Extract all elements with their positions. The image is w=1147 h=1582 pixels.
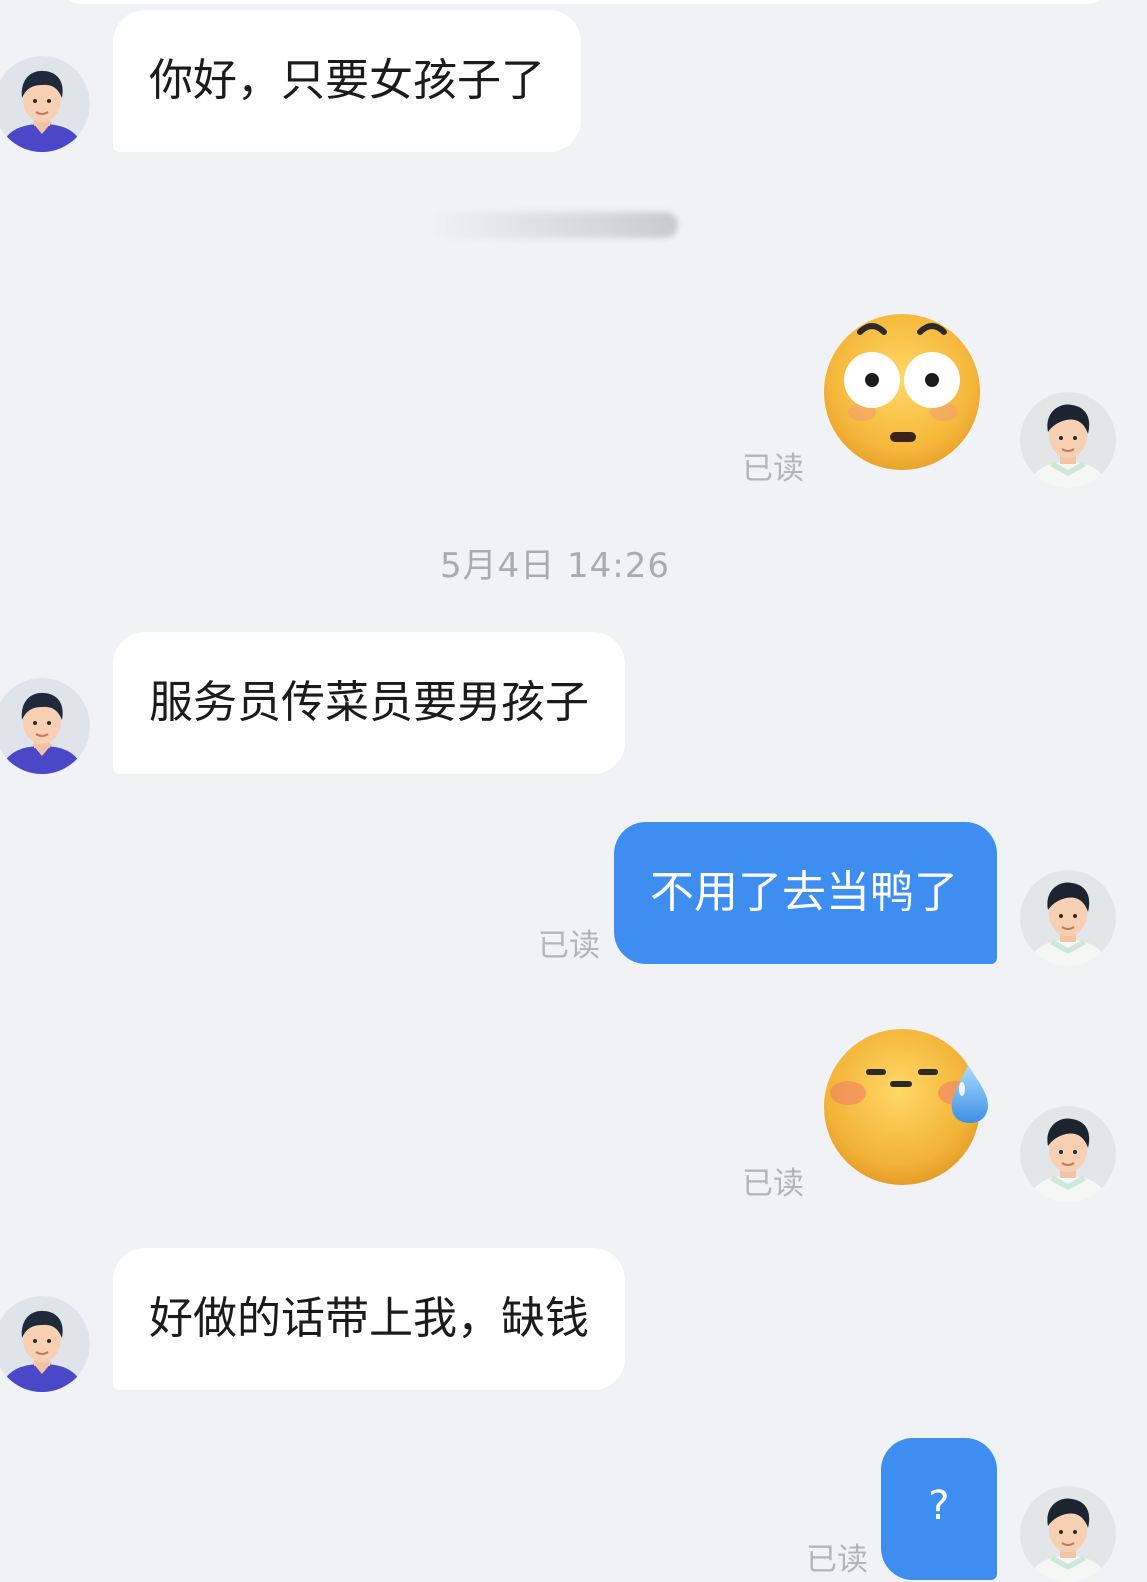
my-avatar[interactable] <box>1020 392 1116 488</box>
message-timestamp: 5月4日 14:26 <box>439 546 671 586</box>
my-avatar[interactable] <box>1020 870 1116 966</box>
read-status: 已读 <box>742 1166 804 1202</box>
my-avatar[interactable] <box>1020 1486 1116 1582</box>
incoming-message-bubble[interactable]: 好做的话带上我，缺钱 <box>113 1248 625 1390</box>
read-status: 已读 <box>538 928 600 964</box>
outgoing-message-bubble[interactable]: ? <box>881 1438 997 1580</box>
contact-avatar[interactable] <box>0 56 90 152</box>
blurred-notice <box>430 212 678 238</box>
my-avatar[interactable] <box>1020 1106 1116 1202</box>
contact-avatar[interactable] <box>0 1296 90 1392</box>
outgoing-message-bubble[interactable]: 不用了去当鸭了 <box>614 822 997 964</box>
sweat-face-sticker[interactable] <box>820 1025 992 1193</box>
read-status: 已读 <box>742 451 804 487</box>
shocked-face-sticker[interactable] <box>820 312 984 476</box>
read-status: 已读 <box>806 1542 868 1578</box>
incoming-message-bubble[interactable]: 服务员传菜员要男孩子 <box>113 632 625 774</box>
contact-avatar[interactable] <box>0 678 90 774</box>
previous-message-card <box>60 0 1110 4</box>
incoming-message-bubble[interactable]: 你好，只要女孩子了 <box>113 10 581 152</box>
